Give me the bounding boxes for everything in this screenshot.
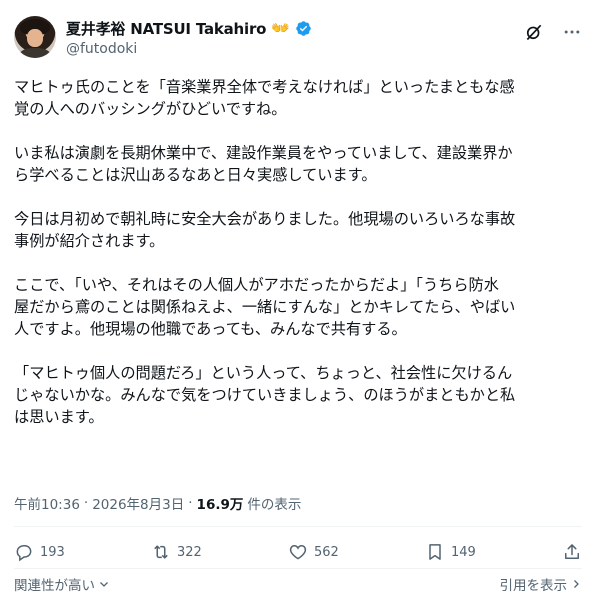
tweet-paragraph: 「マヒトゥ個人の問題だろ」という人って、ちょっと、社会性に欠けるん じゃないかな… bbox=[14, 364, 516, 426]
tweet-paragraph: 今日は月初めで朝礼時に安全大会がありました。他現場のいろいろな事故 事例が紹介さ… bbox=[14, 210, 516, 250]
tweet-meta: 午前10:36 · 2026年8月3日 · 16.9万 件の表示 bbox=[14, 493, 301, 513]
retweet-count: 322 bbox=[177, 544, 202, 560]
tweet-time[interactable]: 午前10:36 bbox=[14, 493, 80, 513]
action-bar: 193 322 562 149 bbox=[14, 540, 582, 564]
quote-label: 引用を表示 bbox=[499, 578, 568, 594]
like-count: 562 bbox=[314, 544, 339, 560]
handle[interactable]: @futodoki bbox=[66, 41, 312, 57]
meta-separator: · bbox=[83, 495, 89, 511]
hands-emoji-icon: 👐 bbox=[271, 18, 290, 37]
bookmark-button[interactable]: 149 bbox=[425, 542, 476, 562]
view-quotes-link[interactable]: 引用を表示 bbox=[500, 574, 583, 594]
retweet-icon bbox=[154, 545, 168, 559]
tweet-paragraph: ここで、「いや、それはその人個人がアホだったからだよ」「うちら防水 屋だから鳶の… bbox=[14, 276, 516, 338]
meta-separator: · bbox=[188, 495, 193, 511]
divider bbox=[14, 526, 582, 527]
verified-badge-icon[interactable] bbox=[295, 20, 312, 37]
tweet-text: マヒトゥ氏のことを「音楽業界全体で考えなければ」といったまともな感 覚の人へのバ… bbox=[14, 76, 582, 450]
bookmark-icon bbox=[429, 544, 441, 560]
like-button[interactable]: 562 bbox=[288, 542, 339, 562]
replies-footer: 関連性が高い 引用を表示 bbox=[14, 574, 582, 594]
views-count[interactable]: 16.9万 bbox=[197, 493, 244, 513]
chevron-down-icon bbox=[100, 582, 108, 587]
more-options-icon[interactable] bbox=[562, 22, 582, 42]
sort-label: 関連性が高い bbox=[14, 578, 95, 594]
share-icon bbox=[565, 544, 579, 559]
sort-replies-dropdown[interactable]: 関連性が高い bbox=[14, 574, 110, 594]
reply-icon bbox=[16, 545, 32, 562]
divider bbox=[14, 568, 582, 569]
reply-count: 193 bbox=[40, 544, 65, 560]
heart-icon bbox=[289, 544, 307, 560]
chevron-right-icon bbox=[574, 580, 579, 588]
tweet-date[interactable]: 2026年8月3日 bbox=[92, 493, 184, 513]
share-button[interactable] bbox=[562, 542, 582, 562]
tweet-header: 夏井孝裕 NATSUI Takahiro 👐 @futodoki bbox=[14, 12, 582, 62]
reply-button[interactable]: 193 bbox=[14, 542, 65, 562]
retweet-button[interactable]: 322 bbox=[151, 542, 202, 562]
tweet-paragraph: マヒトゥ氏のことを「音楽業界全体で考えなければ」といったまともな感 覚の人へのバ… bbox=[14, 78, 515, 118]
avatar[interactable] bbox=[14, 16, 56, 58]
grok-icon[interactable] bbox=[524, 22, 544, 42]
tweet-paragraph: いま私は演劇を長期休業中で、建設作業員をやっていまして、建設業界か ら学べること… bbox=[14, 144, 513, 184]
author-info: 夏井孝裕 NATSUI Takahiro 👐 @futodoki bbox=[66, 18, 312, 57]
bookmark-count: 149 bbox=[451, 544, 476, 560]
views-label: 件の表示 bbox=[247, 497, 302, 513]
display-name[interactable]: 夏井孝裕 NATSUI Takahiro bbox=[66, 18, 266, 39]
